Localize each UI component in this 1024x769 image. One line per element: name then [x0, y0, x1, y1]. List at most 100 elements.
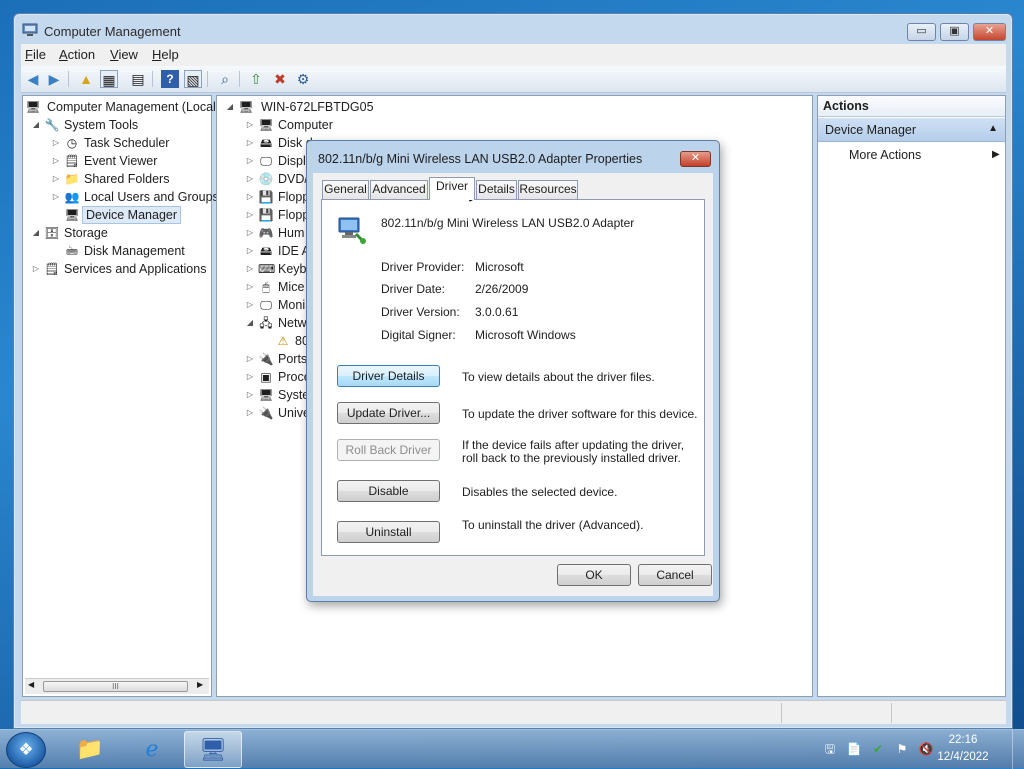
expand-icon[interactable]: ▷: [245, 116, 255, 134]
collapse-icon[interactable]: ◢: [31, 224, 41, 242]
up-folder-icon[interactable]: ▲: [77, 70, 95, 88]
collapse-icon[interactable]: ◢: [245, 314, 255, 332]
action-center-icon[interactable]: 📄: [846, 741, 862, 757]
windows-explorer-icon[interactable]: 📁: [61, 731, 119, 768]
actions-section-device-manager[interactable]: Device Manager ▲: [818, 118, 1005, 142]
expand-icon[interactable]: ▷: [31, 260, 41, 278]
scroll-thumb[interactable]: III: [43, 681, 188, 692]
expand-icon[interactable]: ▷: [51, 188, 61, 206]
show-hide-action-pane-icon[interactable]: ▧: [184, 70, 202, 88]
disable-device-icon[interactable]: ✖: [271, 70, 289, 88]
disk-icon: 🖮: [65, 244, 78, 258]
menu-action[interactable]: Action: [59, 47, 95, 62]
help-icon[interactable]: ?: [161, 70, 179, 88]
driver-provider-value: Microsoft: [475, 260, 524, 274]
back-arrow-icon[interactable]: ◀: [24, 70, 42, 88]
expand-icon[interactable]: ▷: [51, 170, 61, 188]
update-driver-button[interactable]: Update Driver...: [337, 402, 440, 424]
driver-date-value: 2/26/2009: [475, 282, 529, 296]
properties-icon[interactable]: ▤: [129, 70, 147, 88]
wireless-adapter-warning-icon: ⚠: [277, 334, 289, 348]
expand-icon[interactable]: ▷: [245, 368, 255, 386]
menu-file[interactable]: File: [25, 47, 46, 62]
update-driver-icon[interactable]: ⇧: [247, 70, 265, 88]
expand-icon[interactable]: ▷: [245, 260, 255, 278]
display-adapter-icon: 🖵: [260, 154, 272, 168]
device-row-label: Mice: [278, 280, 305, 294]
actions-pane: Actions Device Manager ▲ More Actions ▶: [817, 95, 1006, 697]
expand-icon[interactable]: ▷: [245, 152, 255, 170]
internet-explorer-icon[interactable]: ℯ: [123, 731, 181, 768]
expand-icon[interactable]: ▷: [51, 134, 61, 152]
submenu-arrow-icon[interactable]: ▶: [992, 149, 1000, 160]
menu-help[interactable]: Help: [152, 47, 179, 62]
network-warning-icon[interactable]: 🖫: [822, 741, 838, 757]
tab-driver[interactable]: Driver: [429, 177, 475, 200]
scroll-left-icon[interactable]: ◀: [28, 680, 34, 689]
driver-details-desc: To view details about the driver files.: [462, 370, 655, 384]
tab-resources[interactable]: Resources: [518, 180, 578, 199]
computer-icon: 🖥: [258, 118, 274, 132]
expand-icon[interactable]: ▷: [245, 170, 255, 188]
uninstall-button[interactable]: Uninstall: [337, 521, 440, 543]
menu-bar: File Action View Help: [21, 44, 1006, 66]
menu-view[interactable]: View: [110, 47, 138, 62]
collapse-icon[interactable]: ◢: [31, 116, 41, 134]
clock-date[interactable]: 12/4/2022: [930, 751, 996, 763]
expand-icon[interactable]: ▷: [245, 188, 255, 206]
computer-management-icon[interactable]: 🖥: [184, 731, 242, 768]
clock-time[interactable]: 22:16: [930, 734, 996, 746]
dialog-close-button[interactable]: ✕: [680, 151, 711, 167]
floppy-drive-icon: 💾: [258, 208, 274, 222]
show-hide-tree-icon[interactable]: ▦: [100, 70, 118, 88]
maximize-button[interactable]: ▣: [940, 23, 969, 41]
collapse-icon[interactable]: ◢: [225, 98, 235, 116]
computer-management-icon: [22, 23, 38, 37]
monitor-icon: 🖵: [260, 298, 272, 312]
expand-icon[interactable]: ▷: [245, 404, 255, 422]
security-icon[interactable]: ✔: [870, 741, 886, 757]
expand-icon[interactable]: ▷: [245, 224, 255, 242]
uninstall-device-icon[interactable]: ⚙: [294, 70, 312, 88]
expand-icon[interactable]: ▷: [245, 296, 255, 314]
roll-back-driver-desc: If the device fails after updating the d…: [462, 438, 685, 465]
windows-logo-icon: ❖: [18, 740, 34, 759]
more-actions-link[interactable]: More Actions: [849, 148, 921, 162]
show-desktop-button[interactable]: [1012, 730, 1024, 769]
digital-signer-value: Microsoft Windows: [475, 328, 576, 342]
expand-icon[interactable]: ▷: [245, 242, 255, 260]
expand-icon[interactable]: ▷: [245, 134, 255, 152]
scan-hardware-icon[interactable]: ⌕: [216, 70, 234, 88]
ok-button[interactable]: OK: [557, 564, 631, 586]
flag-icon[interactable]: ⚑: [894, 741, 910, 757]
console-tree-pane: 🖥 Computer Management (Local ◢ 🔧 System …: [22, 95, 219, 697]
expand-icon[interactable]: ▷: [245, 206, 255, 224]
minimize-button[interactable]: ▭: [907, 23, 936, 41]
cancel-button[interactable]: Cancel: [638, 564, 712, 586]
expand-icon[interactable]: ▷: [245, 278, 255, 296]
network-adapter-icon: [336, 214, 368, 246]
collapse-up-icon[interactable]: ▲: [988, 123, 998, 134]
forward-arrow-icon[interactable]: ▶: [45, 70, 63, 88]
driver-details-button[interactable]: Driver Details: [337, 365, 440, 387]
horizontal-scrollbar[interactable]: ◀ III ▶: [25, 678, 209, 694]
tab-details[interactable]: Details: [476, 180, 517, 199]
scroll-right-icon[interactable]: ▶: [197, 680, 203, 689]
driver-tab-panel: 802.11n/b/g Mini Wireless LAN USB2.0 Ada…: [321, 199, 705, 556]
expand-icon[interactable]: ▷: [245, 350, 255, 368]
start-button[interactable]: ❖: [6, 732, 46, 768]
disable-desc: Disables the selected device.: [462, 485, 618, 499]
window-titlebar[interactable]: Computer Management ▭ ▣ ✕: [14, 14, 1012, 44]
dialog-title: 802.11n/b/g Mini Wireless LAN USB2.0 Ada…: [318, 152, 643, 166]
device-manager-icon: 🖥: [64, 208, 80, 222]
tab-general[interactable]: General: [322, 180, 369, 199]
tab-advanced[interactable]: Advanced: [370, 180, 428, 199]
tools-icon: 🔧: [44, 118, 60, 132]
disable-button[interactable]: Disable: [337, 480, 440, 502]
expand-icon[interactable]: ▷: [51, 152, 61, 170]
roll-back-driver-button[interactable]: Roll Back Driver: [337, 439, 440, 461]
adapter-properties-dialog: 802.11n/b/g Mini Wireless LAN USB2.0 Ada…: [306, 140, 720, 602]
close-button[interactable]: ✕: [973, 23, 1006, 41]
expand-icon[interactable]: ▷: [245, 386, 255, 404]
device-row-label: Moni: [278, 298, 306, 312]
